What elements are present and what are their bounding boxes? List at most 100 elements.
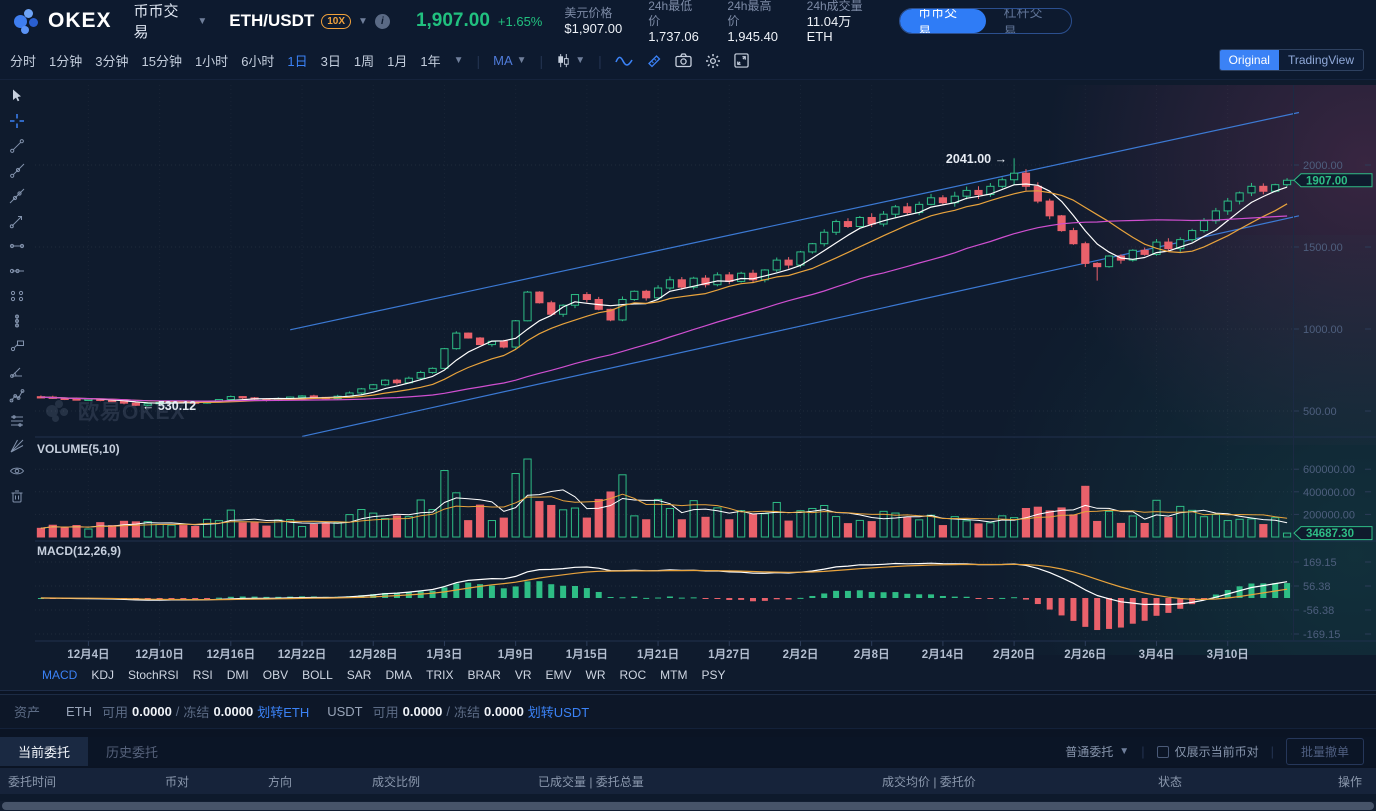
asset-label: 资产 bbox=[14, 702, 40, 721]
okex-logo[interactable]: OKEX bbox=[14, 8, 112, 34]
mode-toggle-active[interactable]: 币币交易 bbox=[900, 9, 985, 33]
timeframe-3日[interactable]: 3日 bbox=[321, 51, 341, 70]
indicator-tab-dma[interactable]: DMA bbox=[385, 668, 412, 682]
market-type-label: 币币交易 bbox=[134, 0, 192, 42]
indicator-tab-emv[interactable]: EMV bbox=[545, 668, 571, 682]
checkbox-icon[interactable] bbox=[1157, 746, 1169, 758]
ruler-icon bbox=[646, 53, 662, 69]
indicator-tab-obv[interactable]: OBV bbox=[263, 668, 288, 682]
horizontal-scrollbar[interactable] bbox=[0, 801, 1376, 811]
indicator-tab-brar[interactable]: BRAR bbox=[467, 668, 500, 682]
indicator-tab-boll[interactable]: BOLL bbox=[302, 668, 333, 682]
timeframe-1周[interactable]: 1周 bbox=[354, 51, 374, 70]
vertical-dots-icon[interactable] bbox=[9, 313, 25, 329]
screenshot-button[interactable] bbox=[675, 53, 692, 68]
current-pair-filter[interactable]: 仅展示当前币对 bbox=[1157, 743, 1259, 760]
batch-cancel-button[interactable]: 批量撤单 bbox=[1286, 738, 1364, 765]
candle-style-menu[interactable]: ▼ bbox=[556, 53, 585, 68]
chevron-down-icon: ▼ bbox=[197, 16, 207, 27]
multi-point-icon[interactable] bbox=[9, 388, 25, 404]
timeframe-3分钟[interactable]: 3分钟 bbox=[95, 51, 128, 70]
price-note-icon[interactable] bbox=[9, 338, 25, 354]
timeframe-分时[interactable]: 分时 bbox=[10, 51, 36, 70]
fullscreen-button[interactable] bbox=[734, 53, 749, 68]
indicator-tab-bar: MACD KDJ StochRSI RSI DMI OBV BOLL SAR DMA TRIX BR… bbox=[42, 668, 726, 682]
indicator-tab-mtm[interactable]: MTM bbox=[660, 668, 687, 682]
table-header-col: 币对 bbox=[165, 768, 189, 794]
top-header: OKEX 币币交易 ▼ ETH/USDT 10X ▼ i 1,907.00 +1… bbox=[0, 0, 1376, 42]
svg-text:3月4日: 3月4日 bbox=[1139, 648, 1175, 661]
orders-tab[interactable]: 历史委托 bbox=[88, 737, 176, 766]
ticker-stat: 24h最低价1,737.06 bbox=[648, 0, 701, 44]
indicator-tab-psy[interactable]: PSY bbox=[702, 668, 726, 682]
svg-text:VOLUME(5,10): VOLUME(5,10) bbox=[37, 442, 120, 456]
indicator-tab-kdj[interactable]: KDJ bbox=[91, 668, 114, 682]
order-type-select[interactable]: 普通委托 ▼ bbox=[1065, 743, 1129, 760]
indicator-tab-trix[interactable]: TRIX bbox=[426, 668, 453, 682]
info-icon[interactable]: i bbox=[375, 14, 390, 29]
drawing-toolbar bbox=[0, 88, 34, 504]
dots-line-icon[interactable] bbox=[9, 288, 25, 304]
divider: | bbox=[477, 53, 481, 69]
indicator-tab-vr[interactable]: VR bbox=[515, 668, 532, 682]
engine-original[interactable]: Original bbox=[1220, 50, 1279, 70]
indicator-tab-sar[interactable]: SAR bbox=[347, 668, 372, 682]
extended-line-icon[interactable] bbox=[9, 188, 25, 204]
horizontal-ray-icon[interactable] bbox=[9, 263, 25, 279]
gann-fan-icon[interactable] bbox=[9, 438, 25, 454]
svg-text:2月26日: 2月26日 bbox=[1064, 648, 1106, 661]
chart-settings-button[interactable] bbox=[705, 53, 721, 69]
asset-field: 冻结 bbox=[183, 702, 209, 721]
indicator-tab-macd[interactable]: MACD bbox=[42, 668, 77, 682]
crosshair-icon[interactable] bbox=[9, 113, 25, 129]
timeframe-1月[interactable]: 1月 bbox=[387, 51, 407, 70]
table-header-col: 操作 bbox=[1338, 768, 1362, 794]
depth-line-toggle[interactable] bbox=[615, 54, 633, 68]
chevron-down-icon: ▼ bbox=[517, 55, 527, 66]
ma-indicator-menu[interactable]: MA ▼ bbox=[493, 53, 526, 68]
cursor-icon[interactable] bbox=[9, 88, 25, 104]
asset-coin: ETH bbox=[66, 704, 92, 719]
pair-selector[interactable]: ETH/USDT 10X ▼ i bbox=[229, 11, 390, 31]
ticker-stat: 美元价格$1,907.00 bbox=[564, 0, 622, 44]
indicator-tab-dmi[interactable]: DMI bbox=[227, 668, 249, 682]
ray-icon[interactable] bbox=[9, 163, 25, 179]
orders-table-header: 委托时间币对方向成交比例已成交量 | 委托总量成交均价 | 委托价状态操作 bbox=[0, 768, 1376, 794]
timeframe-6小时[interactable]: 6小时 bbox=[241, 51, 274, 70]
horizontal-segment-icon[interactable] bbox=[9, 238, 25, 254]
timeframe-1年[interactable]: 1年 bbox=[420, 51, 440, 70]
timeframe-15分钟[interactable]: 15分钟 bbox=[141, 51, 181, 70]
indicator-tab-rsi[interactable]: RSI bbox=[193, 668, 213, 682]
trash-icon[interactable] bbox=[9, 488, 25, 504]
fib-lines-icon[interactable] bbox=[9, 413, 25, 429]
scrollbar-thumb[interactable] bbox=[2, 802, 1374, 810]
angle-icon[interactable] bbox=[9, 363, 25, 379]
candlestick-chart[interactable]: VOLUME(5,10)MACD(12,26,9)2000.001500.001… bbox=[35, 85, 1376, 665]
svg-text:-56.38: -56.38 bbox=[1303, 605, 1334, 617]
indicator-tab-stochrsi[interactable]: StochRSI bbox=[128, 668, 179, 682]
market-type-menu[interactable]: 币币交易 ▼ bbox=[134, 0, 208, 42]
mode-toggle-inactive[interactable]: 杠杆交易 bbox=[986, 9, 1071, 33]
timeframe-1分钟[interactable]: 1分钟 bbox=[49, 51, 82, 70]
transfer-link-usdt[interactable]: 划转USDT bbox=[528, 702, 589, 721]
ticker-stat: 24h最高价1,945.40 bbox=[727, 0, 780, 44]
arrow-line-icon[interactable] bbox=[9, 213, 25, 229]
eye-icon[interactable] bbox=[9, 463, 25, 479]
indicator-tab-roc[interactable]: ROC bbox=[620, 668, 647, 682]
svg-text:169.15: 169.15 bbox=[1303, 557, 1337, 569]
trend-line-icon[interactable] bbox=[9, 138, 25, 154]
orders-tab[interactable]: 当前委托 bbox=[0, 737, 88, 766]
timeframe-more-icon[interactable]: ▼ bbox=[454, 55, 464, 66]
engine-tradingview[interactable]: TradingView bbox=[1279, 50, 1363, 70]
indicator-tab-wr[interactable]: WR bbox=[586, 668, 606, 682]
svg-text:1000.00: 1000.00 bbox=[1303, 324, 1343, 336]
order-type-label: 普通委托 bbox=[1065, 743, 1113, 760]
ticker-stats: 美元价格$1,907.00 24h最低价1,737.06 24h最高价1,945.4… bbox=[564, 0, 877, 44]
svg-text:1月3日: 1月3日 bbox=[427, 648, 463, 661]
asset-field: / bbox=[176, 704, 180, 719]
transfer-link-eth[interactable]: 划转ETH bbox=[257, 702, 309, 721]
timeframe-1日[interactable]: 1日 bbox=[287, 51, 307, 70]
svg-text:12月16日: 12月16日 bbox=[207, 648, 256, 661]
timeframe-1小时[interactable]: 1小时 bbox=[195, 51, 228, 70]
measure-tool[interactable] bbox=[646, 53, 662, 69]
